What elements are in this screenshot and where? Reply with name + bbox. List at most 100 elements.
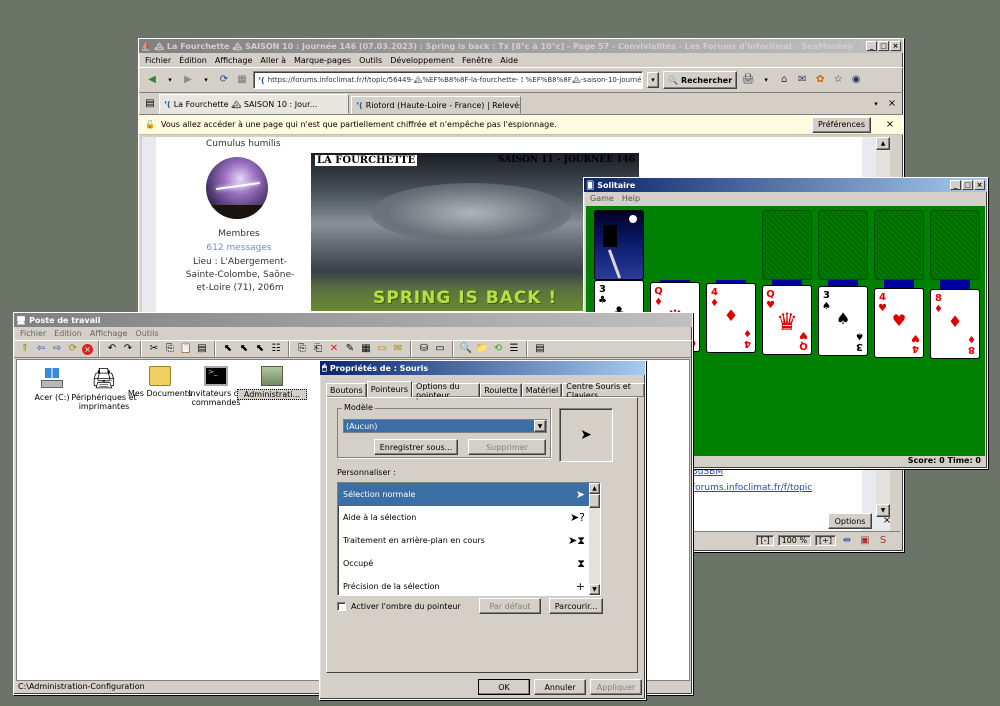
- tableau-card[interactable]: Q ♥ ♛ Q ♥: [762, 284, 812, 355]
- dropdown-icon[interactable]: ▾: [759, 73, 773, 87]
- ok-button[interactable]: OK: [478, 679, 530, 695]
- extension-icon[interactable]: ▣: [858, 534, 872, 548]
- url-bar[interactable]: ʻ( https://forums.infoclimat.fr/f/topic/…: [253, 71, 643, 89]
- forward-icon[interactable]: ▶: [181, 73, 195, 87]
- menu-developpement[interactable]: Développement: [390, 56, 454, 65]
- search-icon[interactable]: 🔍: [459, 342, 473, 356]
- back-icon[interactable]: ◀: [145, 73, 159, 87]
- url-dropdown-button[interactable]: ▾: [647, 72, 659, 88]
- close-icon[interactable]: ×: [890, 41, 901, 51]
- avatar[interactable]: [206, 157, 268, 219]
- tableau-card[interactable]: 8 ♦ ♦ 8 ♦: [930, 289, 980, 359]
- stop-icon[interactable]: ▦: [235, 73, 249, 87]
- apply-button[interactable]: Appliquer: [590, 679, 642, 695]
- tableau-card[interactable]: 3 ♠ ♠ 3 ♠: [818, 286, 868, 356]
- dropdown-icon[interactable]: ▾: [199, 73, 213, 87]
- shadow-checkbox-row[interactable]: Activer l'ombre du pointeur: [337, 602, 461, 611]
- minimize-icon[interactable]: _: [950, 180, 961, 190]
- administration-item[interactable]: Administrati...: [237, 366, 307, 400]
- security-icon[interactable]: S: [876, 534, 890, 548]
- close-notice-icon[interactable]: ×: [883, 118, 897, 132]
- list-scrollbar[interactable]: ▲ ▼: [589, 483, 600, 595]
- sync-icon[interactable]: ◉: [849, 73, 863, 87]
- post-link-2[interactable]: forums.infoclimat.fr/f/topic: [692, 483, 812, 493]
- tab-boutons[interactable]: Boutons: [326, 383, 367, 397]
- close-icon[interactable]: ×: [974, 180, 985, 190]
- up-folder-icon[interactable]: ⇑: [18, 342, 32, 356]
- accessibility-icon[interactable]: ☆: [831, 73, 845, 87]
- dropdown-icon[interactable]: ▾: [163, 73, 177, 87]
- menu-aide[interactable]: Aide: [500, 56, 518, 65]
- menu-marque-pages[interactable]: Marque-pages: [294, 56, 351, 65]
- menu-aller[interactable]: Aller à: [260, 56, 286, 65]
- tab-la-fourchette[interactable]: ʻ( La Fourchette 🏔 SAISON 10 : Jour...: [159, 94, 349, 114]
- new-folder-icon[interactable]: ▭: [375, 342, 389, 356]
- copy-icon[interactable]: ⎘: [163, 342, 177, 356]
- foundation-slot[interactable]: [762, 210, 812, 280]
- zoom-in-button[interactable]: [+]: [815, 535, 836, 546]
- cut-icon[interactable]: ✂: [147, 342, 161, 356]
- explorer-titlebar[interactable]: 🖥 Poste de travail: [14, 313, 692, 327]
- menu-affichage[interactable]: Affichage: [90, 329, 128, 338]
- menu-game[interactable]: Game: [590, 194, 614, 203]
- forward-icon[interactable]: ⇨: [50, 342, 64, 356]
- stock-pile[interactable]: [594, 210, 644, 280]
- maximize-icon[interactable]: □: [962, 180, 973, 190]
- reload-icon[interactable]: ⟳: [217, 73, 231, 87]
- tab-centre-souris[interactable]: Centre Souris et Claviers: [562, 382, 645, 400]
- addon-icon[interactable]: ✿: [813, 73, 827, 87]
- foundation-slot[interactable]: [874, 210, 924, 280]
- menu-outils[interactable]: Outils: [135, 329, 158, 338]
- select-icon[interactable]: ⬉: [221, 342, 235, 356]
- print-icon[interactable]: 🖨: [741, 73, 755, 87]
- undo-icon[interactable]: ↶: [105, 342, 119, 356]
- preferences-button[interactable]: Préférences: [811, 116, 871, 133]
- home-icon[interactable]: ⌂: [777, 73, 791, 87]
- refresh-icon[interactable]: ⟳: [66, 342, 80, 356]
- mail-icon[interactable]: ✉: [795, 73, 809, 87]
- menu-edition[interactable]: Edition: [54, 329, 82, 338]
- delete-icon[interactable]: ✕: [327, 342, 341, 356]
- scroll-down-icon[interactable]: ▼: [589, 584, 600, 595]
- menu-fichier[interactable]: Fichier: [145, 56, 171, 65]
- shadow-checkbox[interactable]: [337, 602, 346, 611]
- invert-selection-icon[interactable]: ⬉: [253, 342, 267, 356]
- pointer-list[interactable]: Sélection normale ➤ Aide à la sélection ➤? T…: [337, 482, 601, 596]
- details-icon[interactable]: ▤: [533, 342, 547, 356]
- tableau-card[interactable]: 4 ♦ ♦ 4 ♦: [706, 283, 756, 353]
- scheme-select[interactable]: (Aucun) ▼: [343, 419, 547, 433]
- menu-outils[interactable]: Outils: [359, 56, 382, 65]
- email-icon[interactable]: ✉: [391, 342, 405, 356]
- pointer-list-item[interactable]: Occupé ⧗: [338, 552, 590, 575]
- cancel-button[interactable]: Annuler: [534, 679, 586, 695]
- menu-fenetre[interactable]: Fenêtre: [462, 56, 492, 65]
- properties-icon[interactable]: ▦: [359, 342, 373, 356]
- paste-icon[interactable]: 📋: [179, 342, 193, 356]
- move-to-icon[interactable]: ⎗: [311, 342, 325, 356]
- pointer-list-item[interactable]: Traitement en arrière-plan en cours ➤⧗: [338, 529, 590, 552]
- copy-to-icon[interactable]: ⎘: [295, 342, 309, 356]
- paste-shortcut-icon[interactable]: ▤: [195, 342, 209, 356]
- disconnect-icon[interactable]: ▭: [433, 342, 447, 356]
- solitaire-titlebar[interactable]: 🂠 Solitaire _ □ ×: [584, 178, 987, 192]
- options-button[interactable]: Options: [828, 513, 872, 529]
- scroll-up-icon[interactable]: ▲: [589, 483, 600, 494]
- rename-icon[interactable]: ✎: [343, 342, 357, 356]
- history-icon[interactable]: ⟲: [491, 342, 505, 356]
- tab-roulette[interactable]: Roulette: [480, 383, 522, 397]
- views-icon[interactable]: ☰: [507, 342, 521, 356]
- menu-affichage[interactable]: Affichage: [215, 56, 253, 65]
- chevron-down-icon[interactable]: ▼: [534, 420, 546, 432]
- browse-button[interactable]: Parcourir...: [549, 598, 603, 614]
- author-messages[interactable]: 612 messages: [196, 243, 282, 253]
- view-icon[interactable]: ☷: [269, 342, 283, 356]
- new-tab-icon[interactable]: ▤: [143, 97, 157, 111]
- menu-edition[interactable]: Édition: [179, 56, 207, 65]
- online-icon[interactable]: ⇹: [840, 534, 854, 548]
- close-tab-icon[interactable]: ×: [885, 97, 899, 111]
- pointer-list-item[interactable]: Sélection normale ➤: [338, 483, 590, 506]
- scroll-thumb[interactable]: [589, 494, 600, 508]
- tab-pointeurs[interactable]: Pointeurs: [366, 381, 413, 397]
- mouse-titlebar[interactable]: 🖱 Propriétés de : Souris: [320, 361, 645, 375]
- pointer-list-item[interactable]: Précision de la sélection +: [338, 575, 590, 595]
